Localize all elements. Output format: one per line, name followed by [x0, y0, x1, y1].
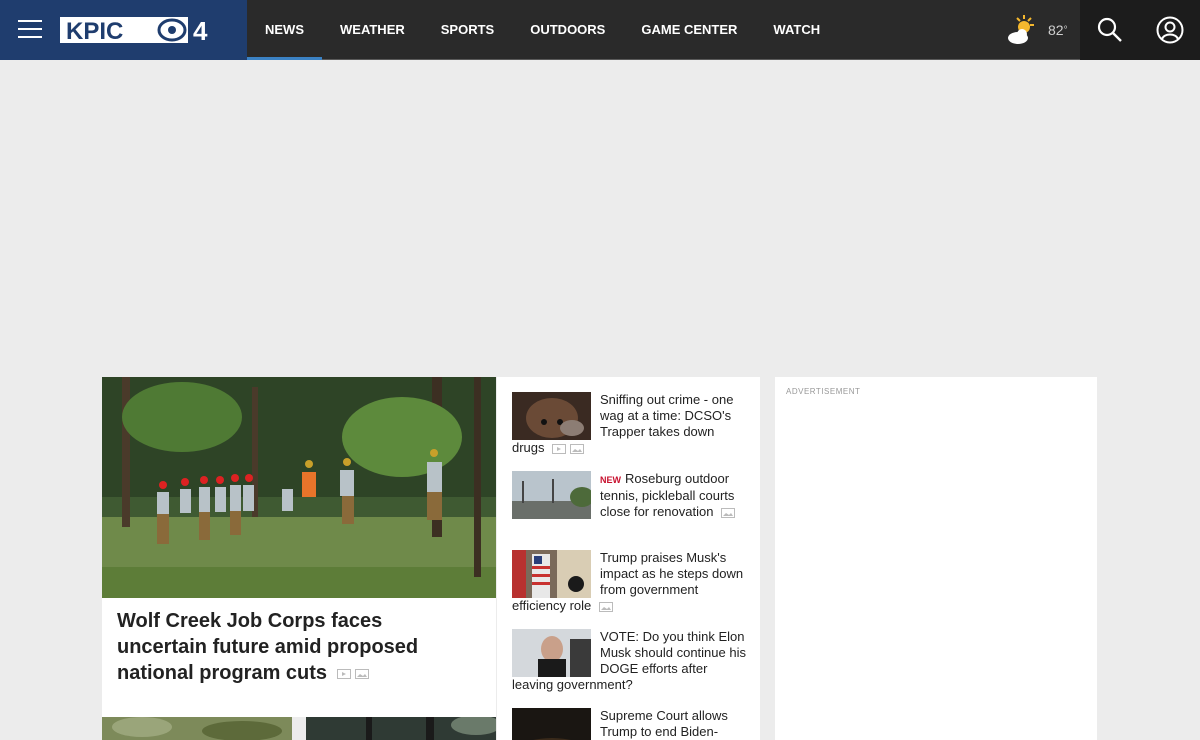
svg-text:4: 4 [193, 17, 208, 43]
lead-story-title[interactable]: Wolf Creek Job Corps faces uncertain fut… [117, 608, 477, 686]
nav-game-center[interactable]: GAME CENTER [623, 0, 755, 60]
advertisement-box[interactable]: ADVERTISEMENT [775, 377, 1097, 740]
photo-gallery-icon [721, 507, 736, 518]
lead-story-title-text: Wolf Creek Job Corps faces uncertain fut… [117, 610, 419, 684]
secondary-story-thumbnail[interactable] [306, 717, 496, 740]
kpic-logo-icon: KPIC 4 [60, 16, 218, 46]
video-icon [552, 443, 567, 454]
new-badge: NEW [600, 475, 621, 485]
photo-gallery-icon [570, 443, 585, 454]
weather-widget[interactable]: 82 ° [1004, 12, 1068, 48]
lead-story-image[interactable] [102, 377, 496, 598]
media-indicators [598, 601, 613, 612]
advertisement-label: ADVERTISEMENT [786, 387, 861, 396]
site-header: KPIC 4 NEWS WEATHER SPORTS OUTDOORS GAME… [0, 0, 1200, 60]
hamburger-menu-icon[interactable] [18, 20, 42, 40]
photo-gallery-icon [598, 601, 613, 612]
media-indicators [336, 668, 369, 679]
story-title: Supreme Court allows Trump to end Biden- [600, 708, 728, 739]
station-logo[interactable]: KPIC 4 [60, 16, 218, 46]
video-icon [336, 668, 351, 679]
story-thumbnail [512, 708, 591, 740]
search-icon[interactable] [1096, 16, 1124, 44]
account-icon[interactable] [1155, 15, 1185, 45]
nav-news[interactable]: NEWS [247, 0, 322, 60]
brand-area: KPIC 4 [0, 0, 247, 60]
lead-story-card[interactable]: Wolf Creek Job Corps faces uncertain fut… [102, 377, 496, 717]
media-indicators [721, 507, 736, 518]
photo-gallery-icon [354, 668, 369, 679]
nav-watch[interactable]: WATCH [755, 0, 838, 60]
top-stories-list: Sniffing out crime - one wag at a time: … [497, 377, 760, 740]
story-thumbnail [512, 392, 591, 440]
main-nav: NEWS WEATHER SPORTS OUTDOORS GAME CENTER… [247, 0, 838, 60]
partly-sunny-icon [1008, 15, 1034, 44]
secondary-story-thumbnail[interactable] [102, 717, 292, 740]
story-thumbnail [512, 550, 591, 598]
temperature-value: 82 [1048, 22, 1064, 38]
nav-sports[interactable]: SPORTS [423, 0, 512, 60]
story-thumbnail [512, 629, 591, 677]
story-thumbnail [512, 471, 591, 519]
nav-weather[interactable]: WEATHER [322, 0, 423, 60]
nav-outdoors[interactable]: OUTDOORS [512, 0, 623, 60]
media-indicators [552, 443, 585, 454]
list-item[interactable]: Trump praises Musk's impact as he steps … [512, 550, 747, 614]
list-item[interactable]: NEW Roseburg outdoor tennis, pickleball c… [512, 471, 747, 520]
degree-symbol: ° [1063, 24, 1068, 36]
list-item[interactable]: VOTE: Do you think Elon Musk should cont… [512, 629, 747, 693]
logo-text: KPIC [66, 18, 123, 43]
list-item[interactable]: Sniffing out crime - one wag at a time: … [512, 392, 747, 456]
list-item[interactable]: Supreme Court allows Trump to end Biden- [512, 708, 747, 740]
